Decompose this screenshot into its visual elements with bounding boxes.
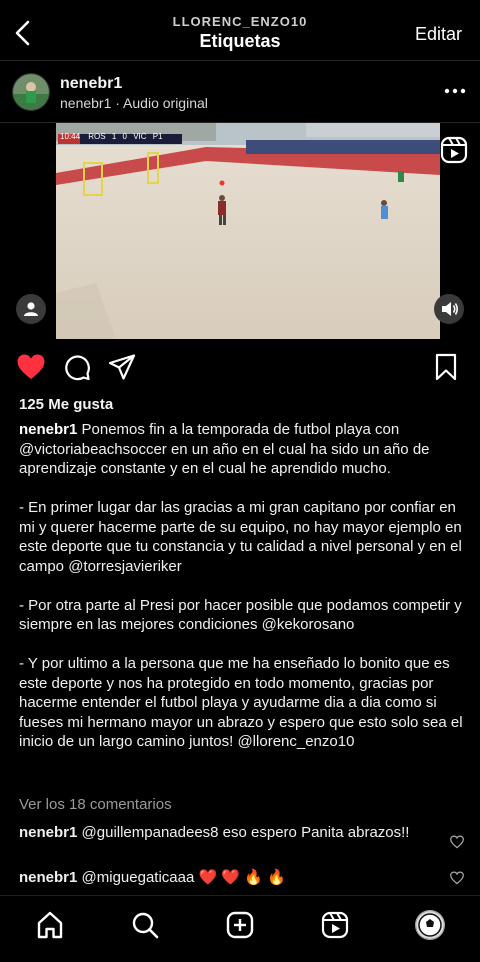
search-icon[interactable] <box>130 910 160 940</box>
scoreboard: 10:44 ROS 1 0 VIC P1 <box>60 132 163 141</box>
top-bar: LLORENC_ENZO10 Etiquetas Editar <box>0 0 480 60</box>
score-period: P1 <box>152 132 163 141</box>
caption-paragraph-1: nenebr1 Ponemos fin a la temporada de fu… <box>19 420 464 479</box>
reels-badge-icon <box>440 136 468 164</box>
bottom-nav <box>0 895 480 962</box>
score-away-value: 0 <box>122 132 127 141</box>
page-title: Etiquetas <box>199 31 281 51</box>
caption-text-1: Ponemos fin a la temporada de futbol pla… <box>19 421 430 477</box>
likes-count[interactable]: 125 Me gusta <box>19 396 113 413</box>
score-home: ROS <box>88 132 106 141</box>
heart-icon[interactable] <box>16 352 46 382</box>
home-icon[interactable] <box>35 910 65 940</box>
score-away: VIC <box>133 132 147 141</box>
audio-label[interactable]: nenebr1 · Audio original <box>60 95 208 111</box>
more-icon[interactable] <box>444 80 466 102</box>
avatar[interactable] <box>12 73 50 111</box>
comment-user[interactable]: nenebr1 <box>19 824 77 841</box>
sound-icon[interactable] <box>434 294 464 324</box>
video-player[interactable] <box>56 123 440 339</box>
reels-icon[interactable] <box>320 910 350 940</box>
post-username[interactable]: nenebr1 <box>60 75 122 93</box>
comment-text: @guillempanadees8 eso espero Panita abra… <box>77 824 410 841</box>
comment-icon[interactable] <box>63 353 91 381</box>
caption-paragraph-4: - Y por ultimo a la persona que me ha en… <box>19 655 463 750</box>
caption-paragraph-3: - Por otra parte al Presi por hacer posi… <box>19 596 462 634</box>
score-time: 10:44 <box>60 132 81 141</box>
header-divider <box>0 60 480 61</box>
bookmark-icon[interactable] <box>433 353 459 381</box>
comment-like-icon[interactable] <box>450 871 464 885</box>
comment-item: nenebr1 @miguegaticaaa ❤️ ❤️ 🔥 🔥 <box>19 868 439 888</box>
view-comments-link[interactable]: Ver los 18 comentarios <box>19 796 172 813</box>
comment-like-icon[interactable] <box>450 835 464 849</box>
create-icon[interactable] <box>225 910 255 940</box>
caption-paragraph-2: - En primer lugar dar las gracias a mi g… <box>19 499 462 575</box>
profile-avatar[interactable] <box>415 910 445 940</box>
edit-button[interactable]: Editar <box>415 24 462 45</box>
comment-item: nenebr1 @guillempanadees8 eso espero Pan… <box>19 823 439 843</box>
comment-user[interactable]: nenebr1 <box>19 869 77 886</box>
person-icon[interactable] <box>16 294 46 324</box>
caption-author[interactable]: nenebr1 <box>19 421 77 438</box>
score-home-value: 1 <box>111 132 117 141</box>
share-icon[interactable] <box>108 353 136 381</box>
comment-text: @miguegaticaaa ❤️ ❤️ 🔥 🔥 <box>77 869 286 886</box>
caption: nenebr1 Ponemos fin a la temporada de fu… <box>19 420 464 771</box>
header-subtitle: LLORENC_ENZO10 <box>172 14 308 29</box>
